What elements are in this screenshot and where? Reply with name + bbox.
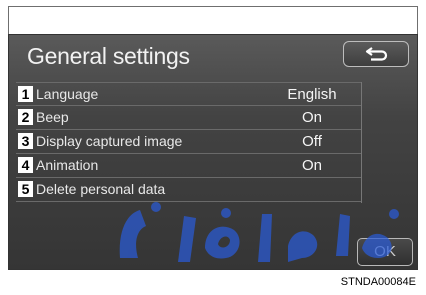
setting-label: Delete personal data (36, 181, 166, 197)
settings-screen: General settings 1 Language English 2 Be… (8, 34, 418, 270)
setting-value: English (287, 86, 337, 103)
setting-row-display-captured-image[interactable]: 3 Display captured image Off (16, 130, 362, 154)
item-number-badge: 1 (18, 86, 33, 102)
setting-row-language[interactable]: 1 Language English (16, 82, 362, 106)
item-number-badge: 3 (18, 133, 33, 149)
item-number-badge: 4 (18, 157, 33, 173)
settings-list: 1 Language English 2 Beep On 3 Display c… (16, 82, 362, 202)
return-arrow-icon (365, 47, 388, 61)
back-button[interactable] (343, 41, 409, 67)
setting-row-beep[interactable]: 2 Beep On (16, 106, 362, 130)
setting-value: Off (302, 133, 322, 150)
item-number-badge: 5 (18, 181, 33, 197)
setting-label: Display captured image (36, 133, 183, 149)
list-divider (361, 82, 362, 203)
setting-label: Language (36, 86, 99, 102)
setting-label: Beep (36, 109, 69, 125)
ok-button[interactable]: OK (357, 238, 413, 266)
setting-label: Animation (36, 157, 99, 173)
setting-value: On (301, 109, 322, 126)
page-title: General settings (27, 43, 190, 69)
figure-code: STNDA00084E (340, 276, 416, 288)
item-number-badge: 2 (18, 109, 33, 125)
setting-row-animation[interactable]: 4 Animation On (16, 154, 362, 178)
setting-value: On (301, 157, 322, 174)
setting-row-delete-personal-data[interactable]: 5 Delete personal data (16, 178, 362, 202)
